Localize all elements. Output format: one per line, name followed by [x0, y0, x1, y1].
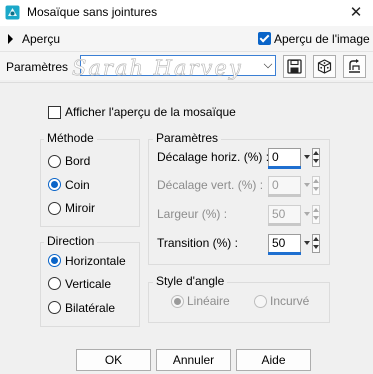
chevron-down-icon[interactable]: [263, 59, 273, 69]
direction-group-title: Direction: [44, 234, 98, 248]
up-down-arrows-icon[interactable]: [312, 205, 320, 224]
width-spinner[interactable]: 50: [268, 205, 320, 226]
method-mirror-radio[interactable]: [48, 202, 61, 215]
direction-horizontal-label[interactable]: Horizontale: [65, 254, 126, 268]
save-preset-icon: [287, 59, 302, 74]
method-corner-label[interactable]: Coin: [65, 178, 90, 192]
direction-horizontal-radio[interactable]: [48, 254, 61, 267]
method-mirror-label[interactable]: Miroir: [65, 201, 95, 215]
preview-row: Aperçu Aperçu de l'image: [0, 26, 373, 52]
method-edge-radio[interactable]: [48, 155, 61, 168]
chevron-down-icon[interactable]: [303, 148, 311, 167]
reset-default-icon: [349, 59, 360, 73]
randomize-dice-icon: [317, 59, 332, 74]
direction-bilateral-label[interactable]: Bilatérale: [65, 301, 115, 315]
settings-area: Afficher l'aperçu de la mosaïque Méthode…: [0, 82, 373, 338]
corner-linear-label[interactable]: Linéaire: [187, 294, 230, 308]
horizontal-offset-label: Décalage horiz. (%) :: [157, 150, 270, 164]
direction-vertical-label[interactable]: Verticale: [65, 277, 111, 291]
title-bar[interactable]: Mosaïque sans jointures ✕: [0, 0, 373, 26]
method-edge-label[interactable]: Bord: [65, 154, 90, 168]
corner-curved-label[interactable]: Incurvé: [270, 294, 309, 308]
chevron-down-icon[interactable]: [303, 234, 311, 253]
up-down-arrows-icon[interactable]: [312, 148, 320, 167]
presets-label: Paramètres: [6, 60, 69, 74]
cancel-button[interactable]: Annuler: [156, 349, 231, 371]
direction-bilateral-radio[interactable]: [48, 301, 61, 314]
up-down-arrows-icon[interactable]: [312, 234, 320, 253]
app-logo-icon: [5, 5, 20, 20]
up-down-arrows-icon[interactable]: [312, 176, 320, 195]
transition-value[interactable]: 50: [268, 234, 301, 253]
show-mosaic-preview-label[interactable]: Afficher l'aperçu de la mosaïque: [65, 105, 236, 119]
transition-slider-bar[interactable]: [268, 252, 301, 255]
corner-linear-radio[interactable]: [171, 295, 184, 308]
corner-style-group-title: Style d'angle: [153, 274, 228, 288]
save-preset-button[interactable]: [283, 55, 306, 78]
method-corner-radio[interactable]: [48, 178, 61, 191]
close-icon: ✕: [349, 4, 363, 21]
presets-dropdown[interactable]: [80, 55, 276, 76]
width-label: Largeur (%) :: [157, 207, 228, 221]
mosaic-dialog: Mosaïque sans jointures ✕ Aperçu Aperçu …: [0, 0, 373, 374]
window-title: Mosaïque sans jointures: [27, 5, 158, 19]
horizontal-offset-value[interactable]: 0: [268, 148, 301, 167]
dialog-buttons: OK Annuler Aide: [0, 338, 373, 374]
horizontal-offset-slider-bar[interactable]: [268, 166, 301, 169]
vertical-offset-value[interactable]: 0: [268, 176, 301, 195]
vertical-offset-slider-bar[interactable]: [268, 194, 301, 197]
reset-button[interactable]: [343, 55, 366, 78]
expand-arrow-icon[interactable]: [8, 34, 13, 44]
help-button[interactable]: Aide: [236, 349, 311, 371]
horizontal-offset-spinner[interactable]: 0: [268, 148, 320, 169]
image-preview-label[interactable]: Aperçu de l'image: [274, 32, 370, 46]
presets-row: Paramètres Sarah Harvey: [0, 52, 373, 80]
method-group-title: Méthode: [44, 131, 97, 145]
chevron-down-icon[interactable]: [303, 176, 311, 195]
corner-curved-radio[interactable]: [254, 295, 267, 308]
close-button[interactable]: ✕: [339, 0, 373, 26]
chevron-down-icon[interactable]: [303, 205, 311, 224]
randomize-button[interactable]: [313, 55, 336, 78]
width-value[interactable]: 50: [268, 205, 301, 224]
show-mosaic-preview-checkbox[interactable]: [48, 106, 61, 119]
direction-vertical-radio[interactable]: [48, 277, 61, 290]
transition-spinner[interactable]: 50: [268, 234, 320, 255]
image-preview-checkbox[interactable]: [258, 32, 271, 45]
preview-toggle-label[interactable]: Aperçu: [22, 32, 60, 46]
width-slider-bar[interactable]: [268, 223, 301, 226]
vertical-offset-label: Décalage vert. (%) :: [157, 178, 264, 192]
ok-button[interactable]: OK: [76, 349, 151, 371]
parameters-group-title: Paramètres: [153, 131, 222, 145]
transition-label: Transition (%) :: [157, 236, 238, 250]
vertical-offset-spinner[interactable]: 0: [268, 176, 320, 197]
